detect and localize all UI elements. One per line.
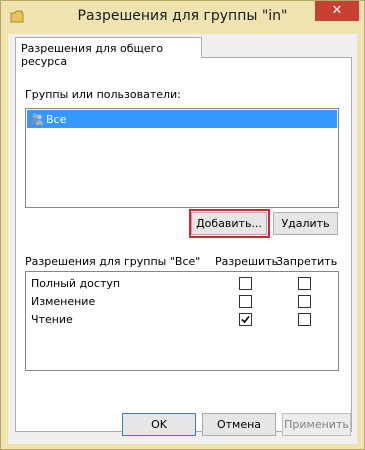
checkmark-icon xyxy=(241,315,250,324)
allow-checkbox[interactable] xyxy=(239,277,252,290)
remove-button[interactable]: Удалить xyxy=(273,212,338,235)
deny-checkbox[interactable] xyxy=(298,313,311,326)
apply-button: Применить xyxy=(282,413,351,436)
tab-page: Группы или пользователи: Все Добавить...… xyxy=(15,57,352,432)
users-icon xyxy=(31,113,43,125)
cancel-button[interactable]: Отмена xyxy=(202,413,276,436)
permissions-header: Разрешения для группы "Все" xyxy=(25,255,201,268)
allow-checkbox[interactable] xyxy=(239,313,252,326)
deny-column-header: Запретить xyxy=(276,255,338,268)
permissions-list: Полный доступ Изменение Чтение xyxy=(25,271,339,371)
allow-checkbox[interactable] xyxy=(239,295,252,308)
list-item-label: Все xyxy=(46,113,67,126)
deny-checkbox[interactable] xyxy=(298,277,311,290)
groups-label: Группы или пользователи: xyxy=(25,88,181,101)
groups-listbox[interactable]: Все xyxy=(25,108,339,208)
deny-checkbox[interactable] xyxy=(298,295,311,308)
ok-button[interactable]: OK xyxy=(122,413,196,436)
tab-share-permissions[interactable]: Разрешения для общего ресурса xyxy=(15,37,202,68)
permission-row: Чтение xyxy=(26,311,338,329)
dialog-window: Разрешения для группы "in" ✕ Разрешения … xyxy=(0,0,365,450)
highlight-frame xyxy=(189,209,270,238)
dialog-client-area: Разрешения для общего ресурса Группы или… xyxy=(8,34,357,444)
allow-column-header: Разрешить xyxy=(215,255,279,268)
permission-label: Чтение xyxy=(31,313,73,326)
permission-row: Изменение xyxy=(26,293,338,311)
close-button[interactable]: ✕ xyxy=(315,1,359,21)
permission-row: Полный доступ xyxy=(26,275,338,293)
permission-label: Полный доступ xyxy=(31,277,121,290)
list-item[interactable]: Все xyxy=(27,110,337,128)
permission-label: Изменение xyxy=(31,295,96,308)
title-bar[interactable]: Разрешения для группы "in" ✕ xyxy=(1,1,364,34)
window-title: Разрешения для группы "in" xyxy=(77,8,288,24)
